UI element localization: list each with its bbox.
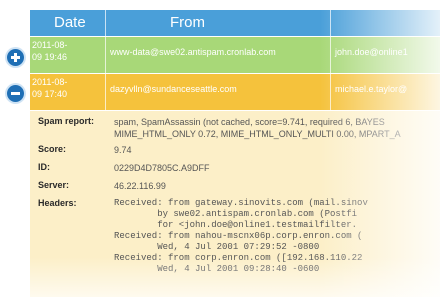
from-address: dazyvlln@sundanceseattle.com [110,84,237,94]
table-header: Date From [30,10,440,36]
collapse-row-icon[interactable] [7,85,24,102]
column-divider [105,74,106,110]
column-header-from[interactable]: From [170,14,205,31]
spam-report-line: spam, SpamAssassin (not cached, score=9.… [114,117,385,127]
server-label: Server: [38,180,70,190]
headers-label: Headers: [38,198,77,208]
column-divider [330,74,331,110]
header-line: for <john.doe@online1.testmailfilter. [114,220,358,230]
expand-row-icon[interactable] [7,49,24,66]
table-row[interactable]: 2011-08- 09 17:40 dazyvlln@sundanceseatt… [30,74,440,110]
from-address: www-data@swe02.antispam.cronlab.com [110,47,276,57]
to-address: michael.e.taylor@ [335,84,408,94]
to-address: john.doe@online1 [335,47,408,57]
header-line: Wed, 4 Jul 2001 09:28:40 -0600 [114,264,320,274]
time-line: 09 19:46 [32,52,68,62]
id-value: 0229D4D7805C.A9DFF [114,163,210,173]
score-label: Score: [38,144,67,154]
column-divider [105,37,106,73]
column-divider [330,37,331,73]
id-label: ID: [38,162,50,172]
header-line: Received: from nahou-mscnx06p.corp.enron… [114,231,363,241]
spam-report-line: MIME_HTML_ONLY 0.72, MIME_HTML_ONLY_MULT… [114,129,401,139]
message-log-view: Date From 2011-08- 09 19:46 www-data@swe… [0,0,440,297]
header-line: by swe02.antispam.cronlab.com (Postfi [114,209,358,219]
server-value: 46.22.116.99 [114,181,166,191]
spam-report-label: Spam report: [38,116,95,126]
column-divider [105,10,106,36]
column-divider [330,10,331,36]
score-value: 9.74 [114,145,132,155]
date-line: 2011-08- [32,40,68,50]
column-header-date[interactable]: Date [54,14,86,31]
header-line: Received: from corp.enron.com ([192.168.… [114,253,363,263]
header-line: Wed, 4 Jul 2001 07:29:52 -0800 [114,242,320,252]
message-detail-panel: Spam report: spam, SpamAssassin (not cac… [30,111,440,297]
header-line: Received: from gateway.sinovits.com (mai… [114,198,368,208]
time-line: 09 17:40 [32,89,68,99]
table-row[interactable]: 2011-08- 09 19:46 www-data@swe02.antispa… [30,37,440,73]
date-line: 2011-08- [32,77,68,87]
